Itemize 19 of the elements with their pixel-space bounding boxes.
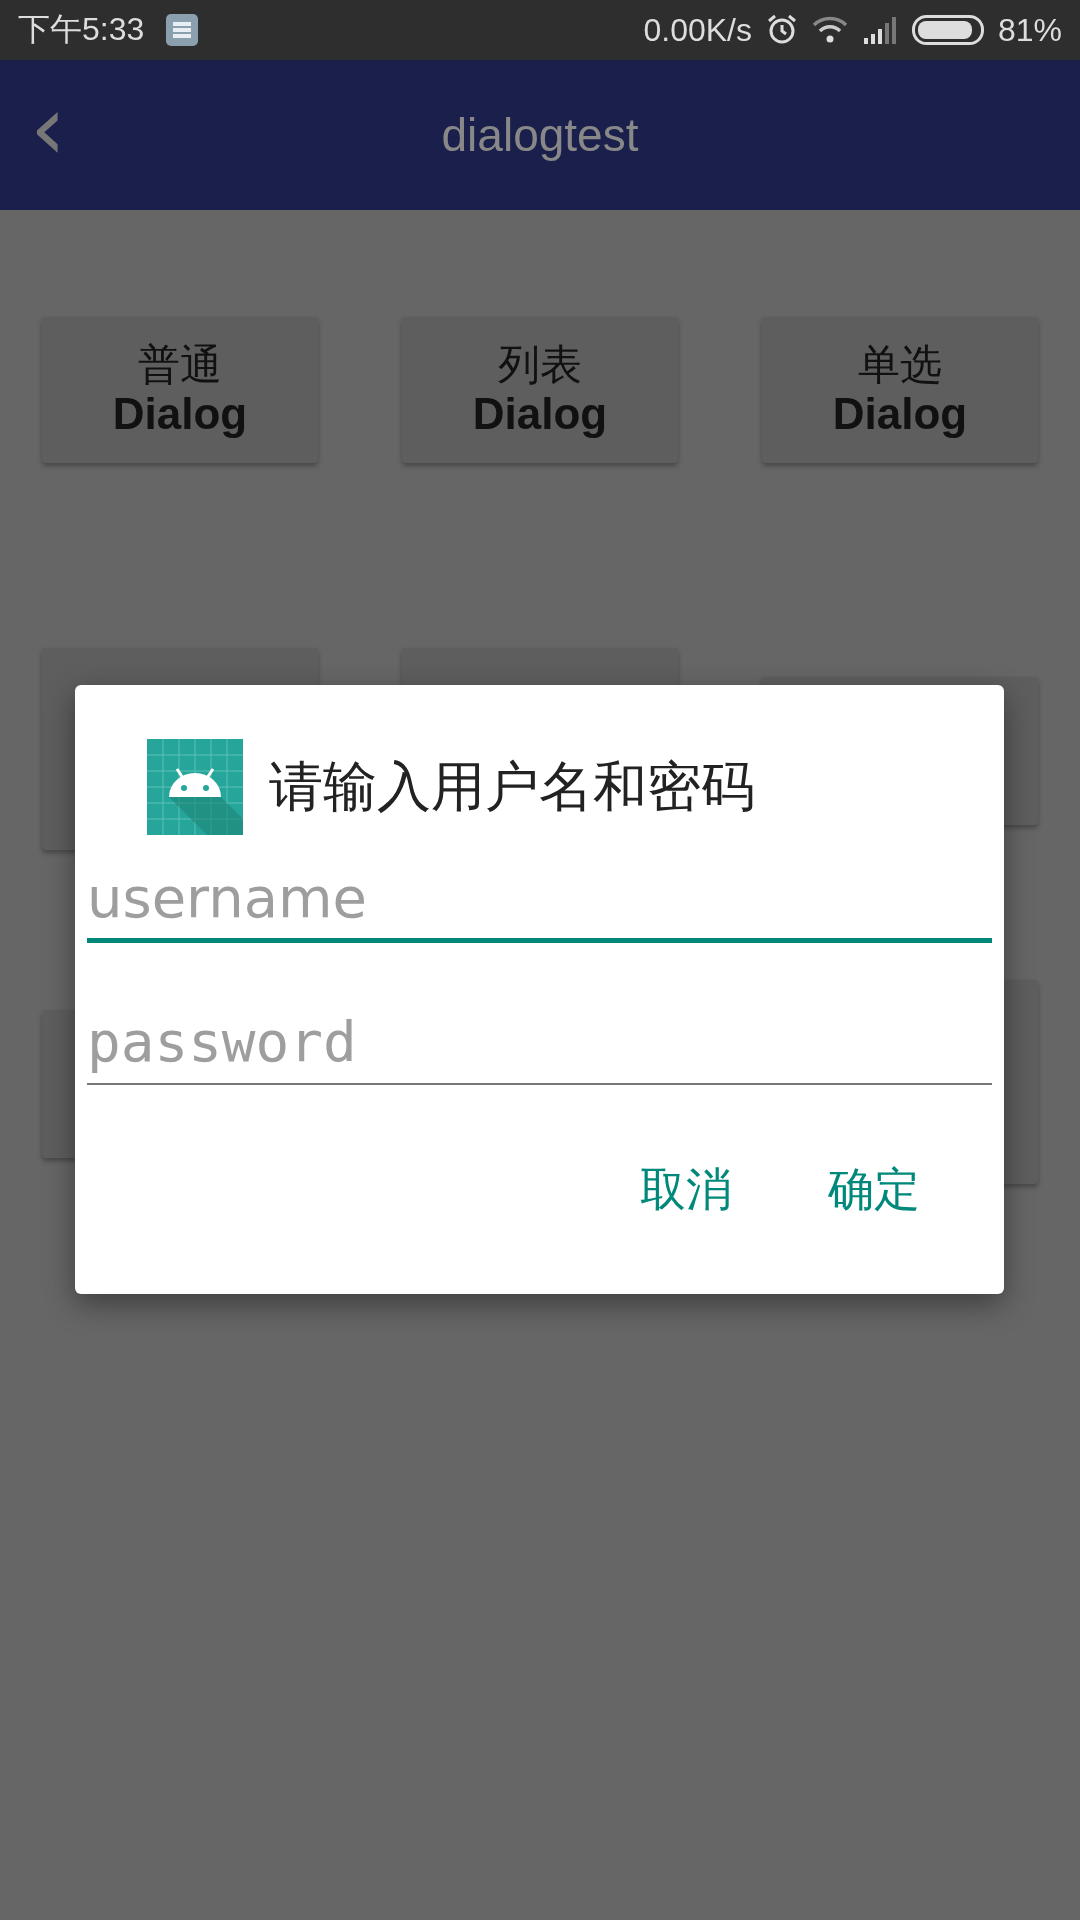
notification-icon	[166, 14, 199, 46]
dialog-action-button[interactable]: 取消	[640, 1159, 732, 1221]
username-field[interactable]: username	[87, 863, 992, 943]
dialog-action-button[interactable]: 确定	[828, 1159, 920, 1221]
dialog-button[interactable]: 单选 Dialog	[762, 317, 1038, 463]
password-field[interactable]: password	[87, 1005, 992, 1085]
android-icon	[147, 739, 243, 835]
status-time: 下午5:33	[18, 10, 145, 49]
dialog-button[interactable]: 普通 Dialog	[42, 317, 318, 463]
app-title: dialogtest	[440, 108, 640, 162]
battery-icon	[911, 15, 984, 45]
dialog-button[interactable]: 列表 Dialog	[402, 317, 678, 463]
alarm-icon	[765, 14, 798, 46]
wifi-icon	[811, 16, 848, 44]
back-button[interactable]: ‹	[30, 83, 66, 187]
signal-icon	[861, 16, 898, 44]
dialog-title: 请输入用户名和密码	[269, 753, 755, 820]
battery-percent: 81%	[997, 11, 1062, 49]
network-speed: 0.00K/s	[643, 11, 752, 49]
